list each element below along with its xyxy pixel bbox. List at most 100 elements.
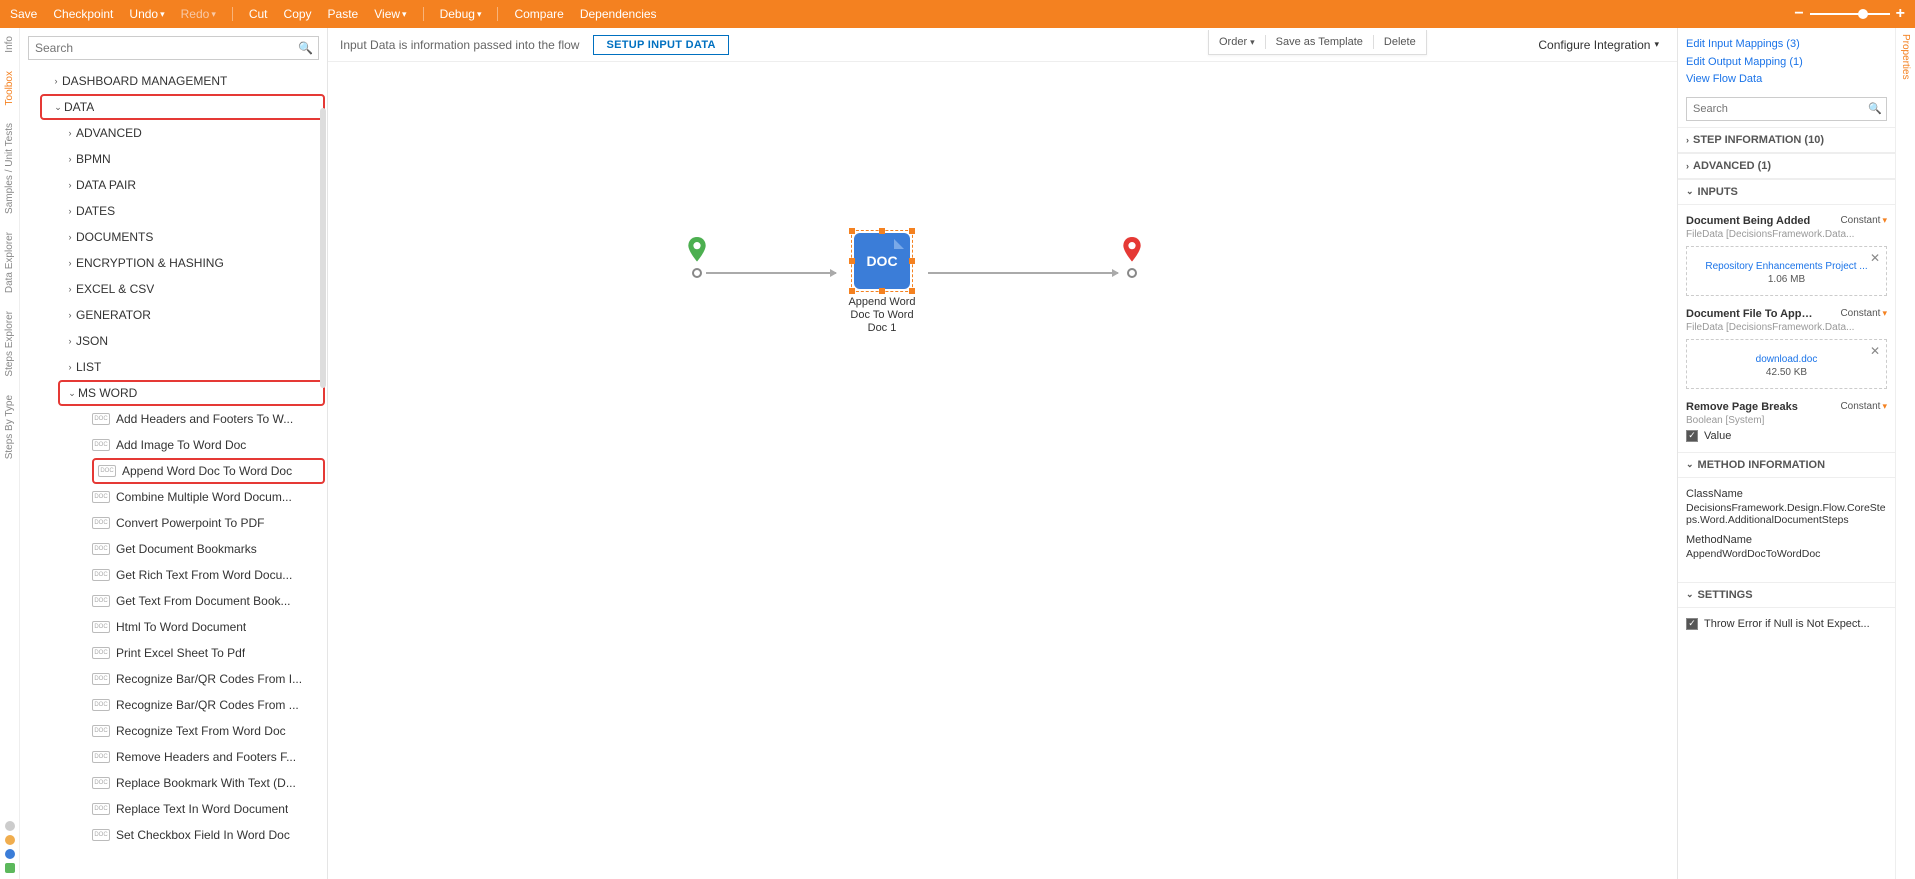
delete-button[interactable]: Delete	[1374, 30, 1426, 54]
copy-button[interactable]: Copy	[284, 7, 312, 21]
right-rail: Properties	[1895, 28, 1915, 879]
properties-panel: Edit Input Mappings (3) Edit Output Mapp…	[1677, 28, 1895, 879]
tree-leaf-append-word-doc[interactable]: DOCAppend Word Doc To Word Doc	[92, 458, 325, 484]
view-menu[interactable]: View▾	[374, 7, 406, 21]
tree-leaf[interactable]: DOCPrint Excel Sheet To Pdf	[20, 640, 327, 666]
tree-leaf[interactable]: DOCCombine Multiple Word Docum...	[20, 484, 327, 510]
tree-leaf[interactable]: DOCConvert Powerpoint To PDF	[20, 510, 327, 536]
edge-start-to-doc	[706, 272, 836, 274]
start-pin-icon	[688, 237, 706, 263]
toolbox-panel: 🔍 ›DASHBOARD MANAGEMENT ⌄DATA ›ADVANCED …	[20, 28, 328, 879]
doc-added-constant-dropdown[interactable]: Constant▾	[1840, 215, 1887, 226]
warning-icon	[5, 835, 15, 845]
classname-value: DecisionsFramework.Design.Flow.CoreSteps…	[1686, 502, 1887, 526]
tree-data[interactable]: ⌄DATA	[40, 94, 325, 120]
zoom-control[interactable]: − +	[1794, 5, 1905, 23]
edit-output-mapping-link[interactable]: Edit Output Mapping (1)	[1686, 54, 1887, 72]
value-checkbox[interactable]: ✓Value	[1686, 430, 1887, 442]
tree-leaf[interactable]: DOCGet Document Bookmarks	[20, 536, 327, 562]
tree-generator[interactable]: ›GENERATOR	[20, 302, 327, 328]
close-icon[interactable]: ✕	[1870, 251, 1880, 265]
compare-button[interactable]: Compare	[514, 7, 563, 21]
remove-breaks-constant-dropdown[interactable]: Constant▾	[1840, 401, 1887, 412]
zoom-in-icon[interactable]: +	[1896, 5, 1905, 23]
section-method-info[interactable]: ⌄METHOD INFORMATION	[1678, 452, 1895, 478]
tree-dashboard-mgmt[interactable]: ›DASHBOARD MANAGEMENT	[20, 68, 327, 94]
doc-file-filebox[interactable]: ✕ download.doc 42.50 KB	[1686, 339, 1887, 389]
tree-leaf[interactable]: DOCReplace Bookmark With Text (D...	[20, 770, 327, 796]
setup-input-data-button[interactable]: SETUP INPUT DATA	[593, 35, 728, 55]
tree-leaf[interactable]: DOCAdd Headers and Footers To W...	[20, 406, 327, 432]
chat-icon	[5, 849, 15, 859]
node-context-bar: Order▾ Save as Template Delete	[1208, 30, 1427, 55]
tree-bpmn[interactable]: ›BPMN	[20, 146, 327, 172]
tree-leaf[interactable]: DOCRecognize Text From Word Doc	[20, 718, 327, 744]
save-as-template-button[interactable]: Save as Template	[1266, 30, 1373, 54]
tree-leaf[interactable]: DOCSet Checkbox Field In Word Doc	[20, 822, 327, 848]
methodname-value: AppendWordDocToWordDoc	[1686, 548, 1887, 560]
configure-integration-dropdown[interactable]: Configure Integration▾	[1538, 38, 1665, 52]
properties-search-input[interactable]	[1686, 97, 1887, 121]
close-icon[interactable]: ✕	[1870, 344, 1880, 358]
section-inputs[interactable]: ⌄INPUTS	[1678, 179, 1895, 205]
tree-advanced[interactable]: ›ADVANCED	[20, 120, 327, 146]
tree-leaf[interactable]: DOCReplace Text In Word Document	[20, 796, 327, 822]
redo-button[interactable]: Redo▾	[181, 7, 216, 21]
undo-button[interactable]: Undo▾	[129, 7, 164, 21]
steps-by-type-tab[interactable]: Steps By Type	[2, 393, 17, 461]
search-icon[interactable]: 🔍	[1868, 102, 1882, 115]
tree-dates[interactable]: ›DATES	[20, 198, 327, 224]
flow-canvas[interactable]: DOC Append Word Doc To Word Doc 1	[328, 62, 1677, 879]
tree-leaf[interactable]: DOCRemove Headers and Footers F...	[20, 744, 327, 770]
doc-file-constant-dropdown[interactable]: Constant▾	[1840, 308, 1887, 319]
data-explorer-tab[interactable]: Data Explorer	[2, 230, 17, 295]
zoom-out-icon[interactable]: −	[1794, 5, 1803, 23]
tree-msword[interactable]: ⌄MS WORD	[58, 380, 325, 406]
methodname-label: MethodName	[1686, 534, 1887, 546]
tree-leaf[interactable]: DOCRecognize Bar/QR Codes From ...	[20, 692, 327, 718]
toolbox-search-input[interactable]	[28, 36, 319, 60]
edge-doc-to-end	[928, 272, 1118, 274]
tree-leaf[interactable]: DOCAdd Image To Word Doc	[20, 432, 327, 458]
section-settings[interactable]: ⌄SETTINGS	[1678, 582, 1895, 608]
end-pin-icon	[1123, 237, 1141, 263]
info-tab[interactable]: Info	[2, 34, 17, 55]
section-advanced[interactable]: ›ADVANCED (1)	[1678, 153, 1895, 179]
section-step-information[interactable]: ›STEP INFORMATION (10)	[1678, 127, 1895, 153]
remove-breaks-type: Boolean [System]	[1686, 415, 1887, 426]
doc-added-filebox[interactable]: ✕ Repository Enhancements Project ... 1.…	[1686, 246, 1887, 296]
samples-tab[interactable]: Samples / Unit Tests	[2, 121, 17, 216]
tree-datapair[interactable]: ›DATA PAIR	[20, 172, 327, 198]
start-node[interactable]	[688, 237, 706, 278]
tree-leaf[interactable]: DOCGet Rich Text From Word Docu...	[20, 562, 327, 588]
properties-tab[interactable]: Properties	[1900, 34, 1911, 879]
paste-button[interactable]: Paste	[328, 7, 359, 21]
tree-encryption[interactable]: ›ENCRYPTION & HASHING	[20, 250, 327, 276]
tree-leaf[interactable]: DOCGet Text From Document Book...	[20, 588, 327, 614]
save-button[interactable]: Save	[10, 7, 37, 21]
tree-json[interactable]: ›JSON	[20, 328, 327, 354]
status-icon	[5, 821, 15, 831]
tree-leaf[interactable]: DOCHtml To Word Document	[20, 614, 327, 640]
debug-menu[interactable]: Debug▾	[440, 7, 482, 21]
append-word-doc-node[interactable]: DOC Append Word Doc To Word Doc 1	[841, 230, 923, 336]
search-icon[interactable]: 🔍	[298, 41, 313, 55]
steps-explorer-tab[interactable]: Steps Explorer	[2, 309, 17, 379]
classname-label: ClassName	[1686, 488, 1887, 500]
tree-documents[interactable]: ›DOCUMENTS	[20, 224, 327, 250]
dependencies-button[interactable]: Dependencies	[580, 7, 657, 21]
order-dropdown[interactable]: Order▾	[1209, 30, 1265, 54]
tree-leaf[interactable]: DOCRecognize Bar/QR Codes From I...	[20, 666, 327, 692]
tree-list[interactable]: ›LIST	[20, 354, 327, 380]
toolbox-tab[interactable]: Toolbox	[2, 69, 17, 107]
checkpoint-button[interactable]: Checkpoint	[53, 7, 113, 21]
tree-excel[interactable]: ›EXCEL & CSV	[20, 276, 327, 302]
top-toolbar: Save Checkpoint Undo▾ Redo▾ Cut Copy Pas…	[0, 0, 1915, 28]
remove-breaks-label: Remove Page Breaks	[1686, 401, 1798, 413]
scrollbar[interactable]	[320, 108, 326, 388]
cut-button[interactable]: Cut	[249, 7, 268, 21]
view-flow-data-link[interactable]: View Flow Data	[1686, 71, 1887, 89]
throw-error-checkbox[interactable]: ✓Throw Error if Null is Not Expect...	[1686, 618, 1887, 630]
edit-input-mappings-link[interactable]: Edit Input Mappings (3)	[1686, 36, 1887, 54]
end-node[interactable]	[1123, 237, 1141, 278]
